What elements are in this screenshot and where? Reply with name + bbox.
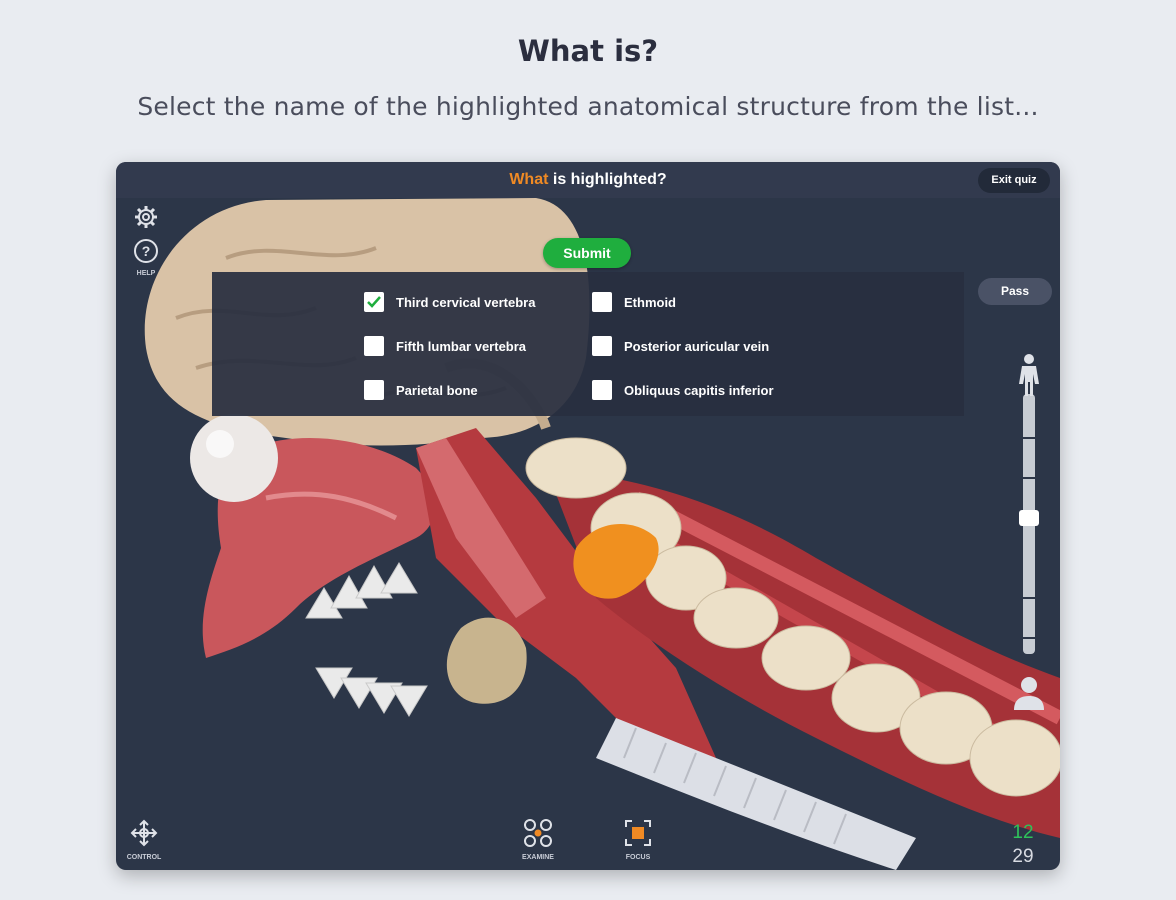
- question-title: What is highlighted?: [116, 171, 1060, 189]
- option-label: Ethmoid: [624, 295, 676, 310]
- option-label: Parietal bone: [396, 383, 478, 398]
- examine-label: EXAMINE: [522, 854, 554, 861]
- quiz-top-bar: What is highlighted? Exit quiz: [116, 162, 1060, 198]
- check-icon: [367, 296, 381, 308]
- option-label: Fifth lumbar vertebra: [396, 339, 527, 354]
- question-counter-current: 12: [1012, 822, 1034, 843]
- control-button[interactable]: CONTROL: [122, 818, 166, 861]
- examine-button[interactable]: EXAMINE: [514, 818, 562, 861]
- focus-button[interactable]: FOCUS: [616, 818, 660, 861]
- help-button[interactable]: ? HELP: [132, 238, 160, 277]
- gear-icon: [135, 206, 157, 228]
- question-title-accent: What: [509, 171, 549, 188]
- exit-quiz-button[interactable]: Exit quiz: [978, 168, 1050, 193]
- question-counter-total: 29: [1012, 846, 1034, 867]
- pass-button[interactable]: Pass: [978, 278, 1052, 305]
- examine-icon: [524, 819, 552, 847]
- option-label: Third cervical vertebra: [396, 295, 536, 310]
- checkbox[interactable]: [592, 292, 612, 312]
- quiz-app-window: What is highlighted? Exit quiz Submit Pa…: [116, 162, 1060, 870]
- checkbox[interactable]: [592, 336, 612, 356]
- page-title: What is?: [517, 34, 659, 68]
- anatomy-3d-viewport[interactable]: Submit Pass Third cervical vertebra Fift…: [116, 198, 1060, 870]
- svg-text:?: ?: [142, 243, 151, 259]
- settings-button[interactable]: [132, 204, 160, 235]
- checkbox[interactable]: [364, 336, 384, 356]
- answer-options-panel: Third cervical vertebra Fifth lumbar ver…: [212, 272, 964, 416]
- submit-button[interactable]: Submit: [543, 238, 631, 268]
- option-label: Posterior auricular vein: [624, 339, 770, 354]
- option-label: Obliquus capitis inferior: [624, 383, 774, 398]
- question-title-rest: is highlighted?: [548, 171, 667, 188]
- focus-label: FOCUS: [625, 854, 651, 861]
- full-body-icon: [1019, 354, 1039, 396]
- checkbox[interactable]: [364, 380, 384, 400]
- move-arrows-icon: [130, 819, 158, 847]
- page-subtitle: Select the name of the highlighted anato…: [137, 92, 1039, 121]
- checkbox[interactable]: [592, 380, 612, 400]
- help-label: HELP: [136, 270, 156, 277]
- checkbox-checked[interactable]: [364, 292, 384, 312]
- help-icon: ?: [134, 239, 158, 263]
- control-label: CONTROL: [126, 854, 162, 861]
- focus-icon: [625, 820, 651, 846]
